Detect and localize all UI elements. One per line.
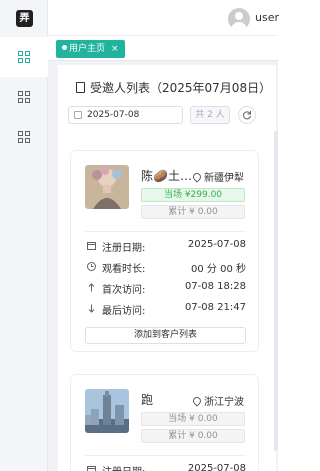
calendar-icon [87,242,96,250]
row-value: 07-08 18:28 [184,281,246,292]
invitee-name: 陈🥔土… [141,169,192,183]
page-title: 受邀人列表（2025年07月08日） [76,79,271,96]
sidebar-item-1[interactable] [0,37,48,77]
row-value: 07-08 21:47 [184,302,246,313]
location-text: 新疆伊犁 [204,173,244,184]
invitee-card: 跑 浙江宁波 当场 ¥ 0.00 累计 ¥ 0.00 注册日期: 2025-07… [70,374,259,471]
clipboard-icon [76,82,85,93]
sidebar: 弄 [0,0,48,471]
avatar-head [235,12,243,20]
invitee-name: 跑 [141,393,154,407]
watch-duration-row: 观看时长: 00 分 00 秒 [87,260,246,275]
current-amount-badge: 当场 ¥299.00 [141,188,245,202]
add-to-customers-button[interactable]: 添加到客户列表 [85,327,246,344]
row-label: 最后访问: [102,306,146,317]
current-amount-badge: 当场 ¥ 0.00 [141,412,245,426]
row-value: 00 分 00 秒 [191,264,246,275]
card-divider [85,231,246,232]
row-label: 首次访问: [102,285,146,296]
active-dot-icon [62,45,67,50]
location-pin-icon [191,171,203,183]
date-picker[interactable]: 2025-07-08 [68,106,183,124]
calendar-icon [87,466,96,471]
grid-icon [18,51,30,63]
refresh-icon [243,111,251,120]
avatar-body [231,22,247,30]
invitee-photo [85,389,129,433]
row-label: 注册日期: [102,243,146,254]
tab-user-home[interactable]: 用户主页 × [56,40,125,58]
location-text: 浙江宁波 [204,397,244,408]
scrollbar[interactable] [274,131,278,451]
invitee-photo [85,165,129,209]
refresh-button[interactable] [238,106,256,124]
username[interactable]: user [255,11,279,24]
grid-icon [18,91,30,103]
top-bar: user [48,0,279,36]
app: 弄 user 用户主页 × 受邀人列表（2025年07月08日） 2025-07… [0,0,279,471]
calendar-icon [74,111,82,119]
date-value: 2025-07-08 [87,110,140,120]
row-value: 2025-07-08 [187,239,246,250]
last-visit-row: 最后访问: 07-08 21:47 [87,302,246,317]
invitee-location: 新疆伊犁 [191,169,244,184]
sidebar-item-3[interactable] [0,117,48,157]
tab-label: 用户主页 [69,44,106,54]
register-date-row: 注册日期: 2025-07-08 [87,463,246,471]
row-value: 2025-07-08 [187,463,246,471]
app-logo[interactable]: 弄 [16,10,33,27]
count-badge: 共 2 人 [190,106,230,124]
page-title-text: 受邀人列表（2025年07月08日） [90,81,272,95]
row-label: 观看时长: [102,264,146,275]
total-amount-badge: 累计 ¥ 0.00 [141,205,245,219]
main-content: 受邀人列表（2025年07月08日） 2025-07-08 共 2 人 陈🥔土…… [48,61,278,471]
sidebar-item-2[interactable] [0,77,48,117]
register-date-row: 注册日期: 2025-07-08 [87,239,246,254]
location-pin-icon [191,395,203,407]
total-amount-badge: 累计 ¥ 0.00 [141,429,245,443]
arrow-up-icon [88,283,95,292]
tabs-bar: 用户主页 × [48,37,278,61]
tab-close-icon[interactable]: × [111,44,119,54]
card-divider [85,455,246,456]
arrow-down-icon [88,304,95,313]
invitee-location: 浙江宁波 [191,393,244,408]
row-label: 注册日期: [102,463,145,471]
clock-icon [87,262,96,271]
user-avatar[interactable] [228,8,250,30]
first-visit-row: 首次访问: 07-08 18:28 [87,281,246,296]
grid-icon [18,131,30,143]
invitee-card: 陈🥔土… 新疆伊犁 当场 ¥299.00 累计 ¥ 0.00 注册日期: 202… [70,150,259,352]
